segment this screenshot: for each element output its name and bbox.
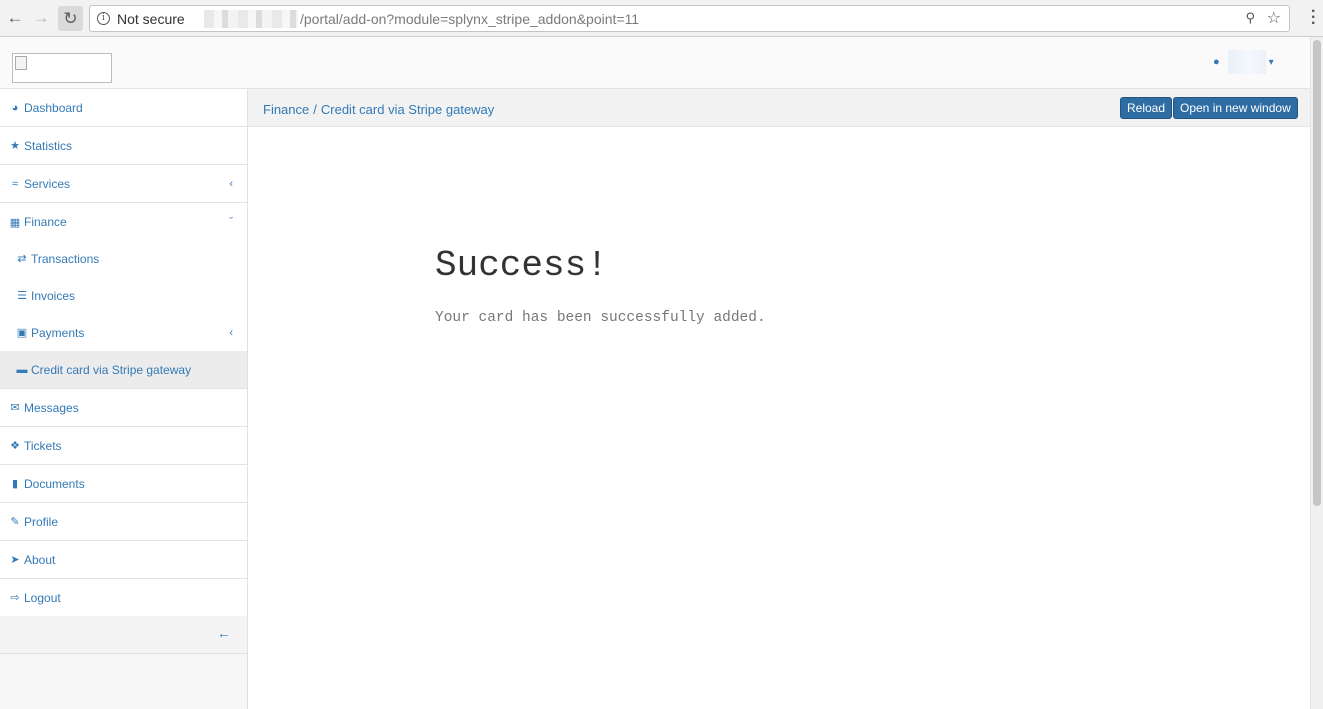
arrow-left-icon[interactable]: ←: [217, 625, 231, 641]
browser-reload-icon[interactable]: ↻: [58, 6, 83, 31]
content-toolbar: Finance / Credit card via Stripe gateway…: [248, 89, 1310, 127]
chevron-left-icon: ‹: [229, 177, 233, 190]
sidebar-item-label: Dashboard: [24, 100, 83, 115]
logo[interactable]: [12, 53, 112, 83]
sidebar-item-label: Logout: [24, 590, 61, 605]
sidebar-item-label: Credit card via Stripe gateway: [31, 362, 192, 377]
url-path[interactable]: /portal/add-on?module=splynx_stripe_addo…: [300, 11, 639, 27]
chevron-down-icon: ˇ: [229, 216, 233, 228]
success-title: Success!: [435, 245, 608, 286]
breadcrumb-current[interactable]: Credit card via Stripe gateway: [321, 102, 494, 117]
breadcrumb: Finance / Credit card via Stripe gateway: [263, 102, 494, 117]
user-menu[interactable]: ● ▾: [1213, 50, 1274, 74]
sidebar-item-label: Documents: [24, 476, 85, 491]
sidebar-item-label: Tickets: [24, 438, 62, 453]
open-new-window-button[interactable]: Open in new window: [1173, 97, 1298, 119]
ticket-icon: ❖: [10, 440, 20, 452]
sidebar-item-tickets[interactable]: ❖ Tickets: [0, 427, 247, 465]
bookmark-star-icon[interactable]: ☆: [1267, 8, 1281, 28]
breadcrumb-separator: /: [313, 102, 317, 117]
sidebar-item-documents[interactable]: ▮ Documents: [0, 465, 247, 503]
page-scrollbar[interactable]: [1310, 37, 1323, 709]
addon-frame: Success! Your card has been successfully…: [248, 127, 1310, 709]
reload-button[interactable]: Reload: [1120, 97, 1173, 119]
success-message: Your card has been successfully added.: [435, 310, 766, 326]
envelope-icon: ✉: [10, 402, 20, 414]
sidebar-item-dashboard[interactable]: ◕ Dashboard: [0, 89, 247, 127]
sidebar-item-label: Payments: [31, 325, 85, 340]
sidebar-item-label: Transactions: [31, 251, 100, 266]
exchange-icon: ⇄: [17, 253, 27, 265]
sidebar-item-label: About: [24, 552, 56, 567]
file-icon: ▮: [11, 478, 19, 490]
sidebar-item-label: Finance: [24, 215, 67, 229]
calculator-icon: ▦: [9, 216, 21, 229]
browser-toolbar: ← → ↻ i Not secure /portal/add-on?module…: [0, 0, 1323, 37]
sidebar-item-label: Messages: [24, 400, 79, 415]
wifi-icon: ≈: [11, 177, 19, 190]
app-header: ● ▾: [0, 37, 1310, 89]
sidebar-item-profile[interactable]: ✎ Profile: [0, 503, 247, 541]
pencil-icon: ✎: [10, 516, 20, 528]
info-icon[interactable]: i: [97, 12, 110, 25]
sidebar-item-messages[interactable]: ✉ Messages: [0, 389, 247, 427]
sidebar-item-label: Services: [24, 176, 71, 191]
archive-icon: ▣: [16, 327, 28, 339]
sidebar-item-transactions[interactable]: ⇄ Transactions: [0, 240, 247, 277]
user-name-blurred: [1227, 50, 1266, 74]
key-icon[interactable]: ⚲: [1245, 10, 1255, 26]
sidebar-item-logout[interactable]: ⇨ Logout: [0, 579, 247, 617]
sidebar-item-label: Profile: [24, 514, 59, 529]
security-label[interactable]: Not secure: [117, 11, 185, 27]
sidebar-collapse-bar[interactable]: ←: [0, 616, 247, 654]
address-bar[interactable]: i Not secure /portal/add-on?module=splyn…: [89, 5, 1290, 32]
caret-down-icon: ▾: [1268, 56, 1274, 68]
star-icon: ★: [10, 140, 20, 152]
sign-out-icon: ⇨: [10, 592, 20, 604]
sidebar-item-credit-card-stripe[interactable]: ▬ Credit card via Stripe gateway: [0, 351, 247, 389]
list-icon: ☰: [17, 290, 27, 302]
sidebar-item-payments[interactable]: ▣ Payments ‹: [0, 314, 247, 351]
sidebar: ◕ Dashboard ★ Statistics ≈ Services ‹ ▦ …: [0, 89, 248, 709]
sidebar-item-about[interactable]: ➤ About: [0, 541, 247, 579]
rocket-icon: ➤: [10, 554, 20, 566]
sidebar-item-finance[interactable]: ▦ Finance ˇ: [0, 203, 247, 241]
breadcrumb-finance[interactable]: Finance: [263, 102, 309, 117]
credit-card-icon: ▬: [16, 363, 28, 376]
user-icon: ●: [1213, 56, 1220, 68]
browser-menu-icon[interactable]: · · ·: [1311, 4, 1316, 32]
dashboard-icon: ◕: [11, 101, 19, 114]
sidebar-item-label: Invoices: [31, 288, 76, 303]
chevron-left-icon: ‹: [229, 326, 233, 339]
sidebar-item-invoices[interactable]: ☰ Invoices: [0, 277, 247, 314]
back-arrow-icon[interactable]: ←: [4, 7, 26, 29]
blurred-host: [204, 10, 298, 28]
sidebar-item-statistics[interactable]: ★ Statistics: [0, 127, 247, 165]
scrollbar-thumb[interactable]: [1313, 40, 1321, 506]
forward-arrow-icon[interactable]: →: [30, 7, 52, 29]
sidebar-item-services[interactable]: ≈ Services ‹: [0, 165, 247, 203]
sidebar-item-label: Statistics: [24, 138, 73, 153]
